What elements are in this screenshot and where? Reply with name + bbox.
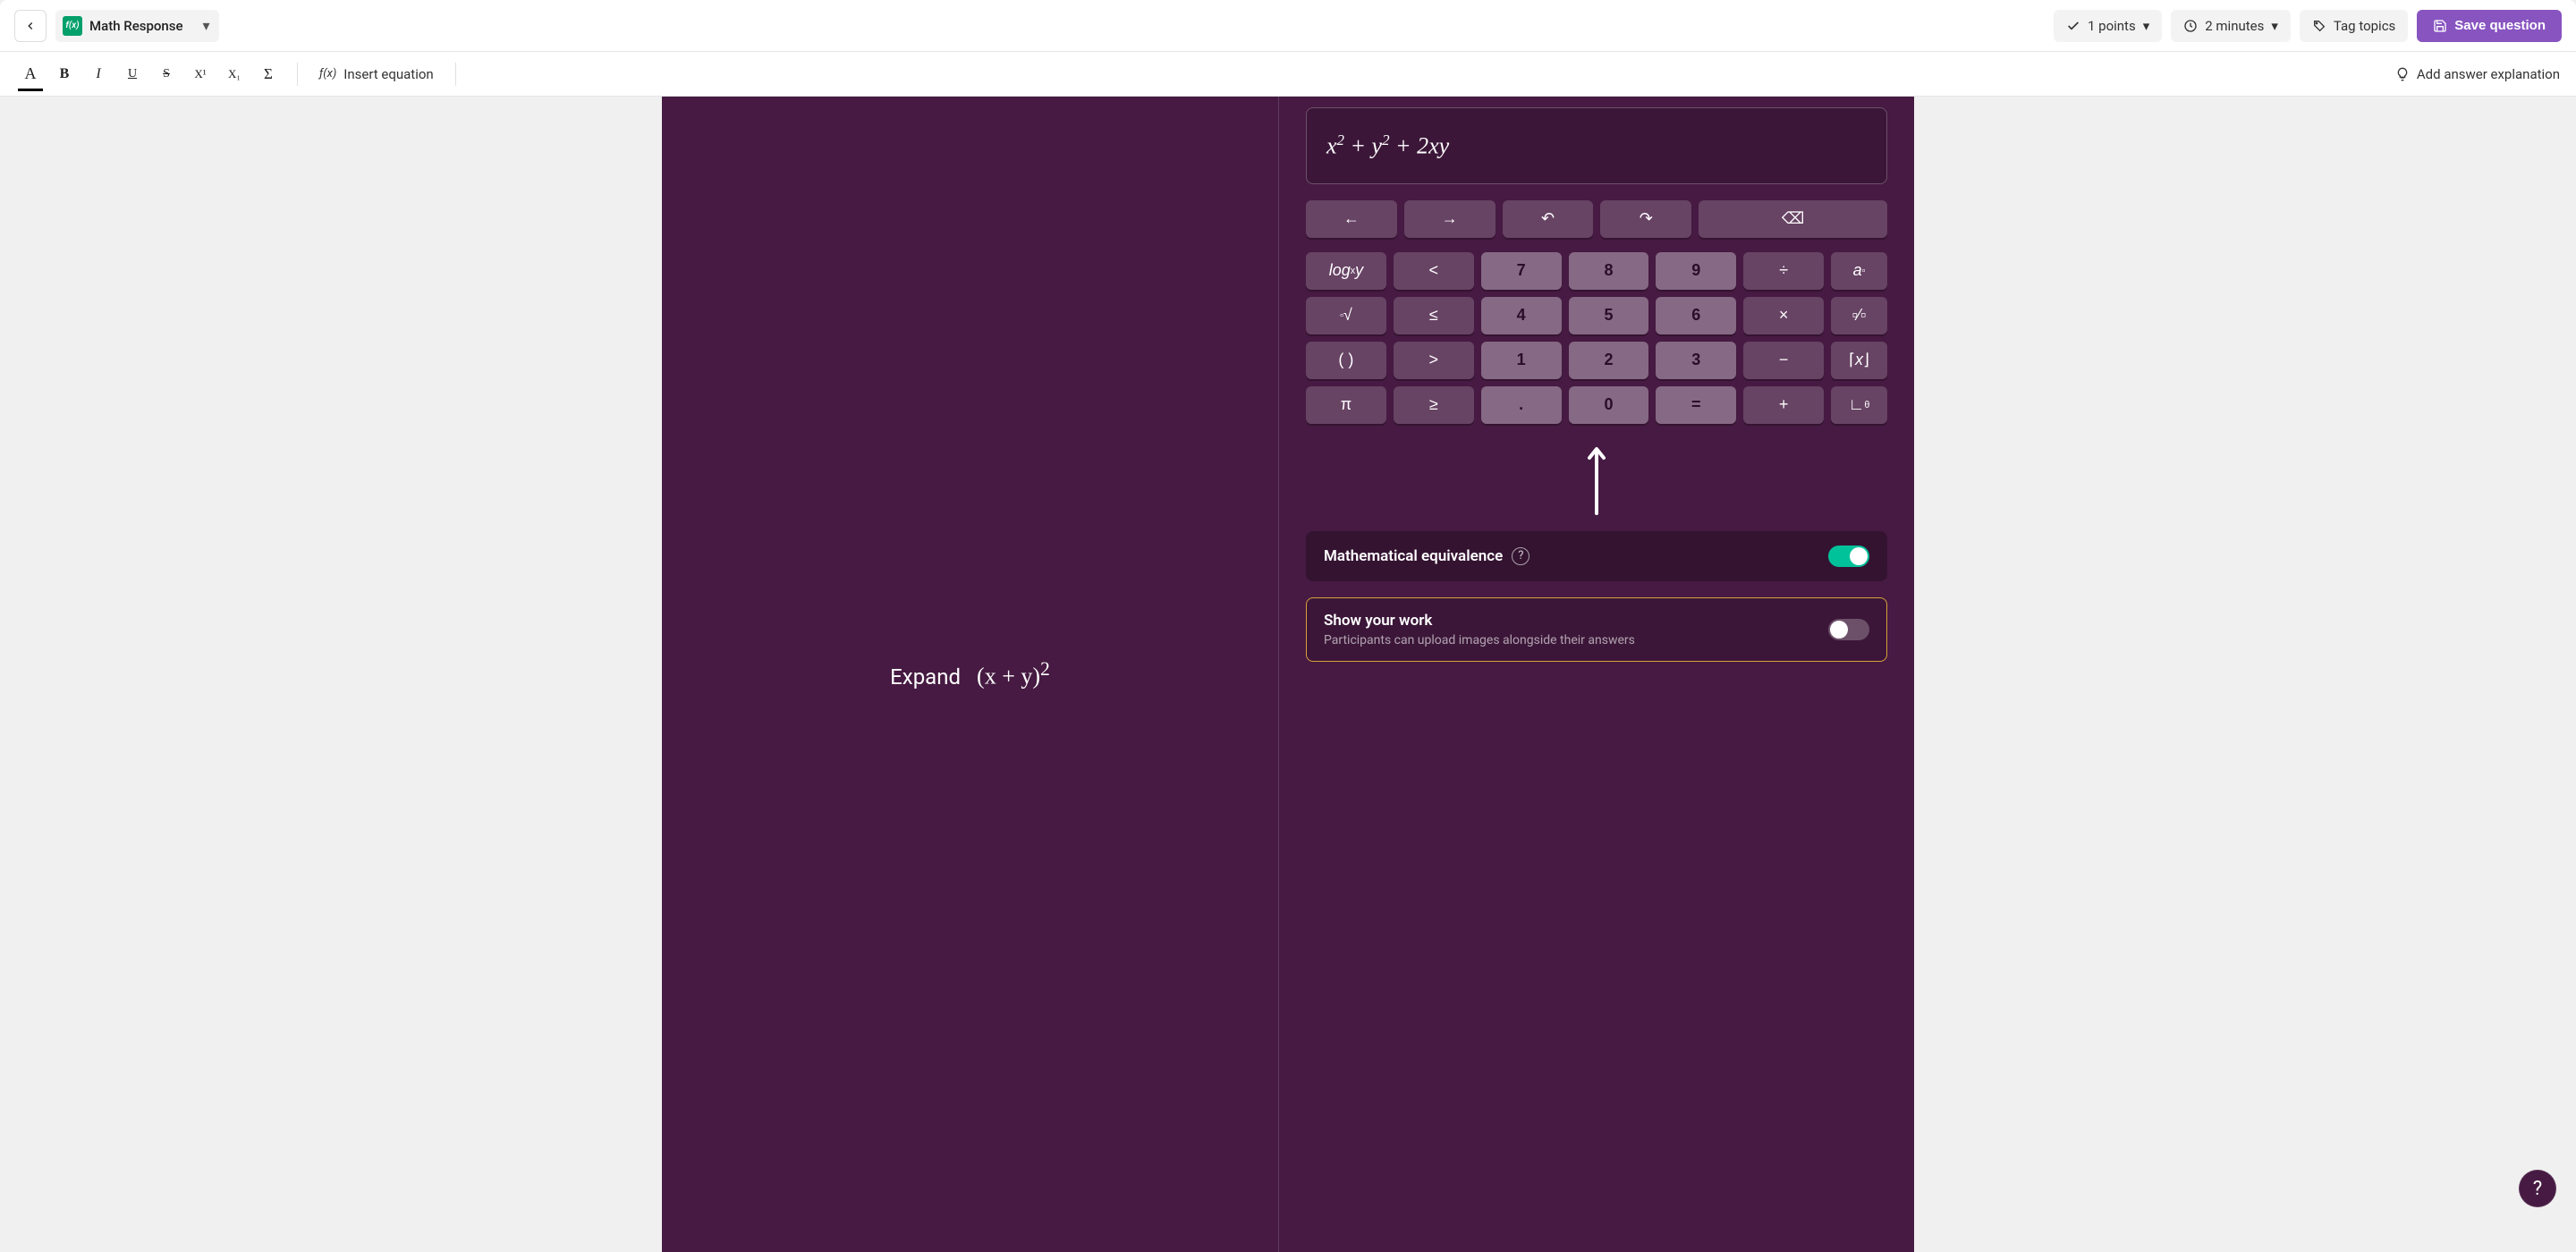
- keypad-logxy-button[interactable]: logxy: [1306, 252, 1386, 290]
- separator: [297, 63, 298, 86]
- cursor-left-button[interactable]: ←: [1306, 200, 1397, 238]
- question-type-label: Math Response: [89, 18, 183, 34]
- keypad--button[interactable]: π: [1306, 386, 1386, 424]
- keypad--button[interactable]: .: [1481, 386, 1562, 424]
- show-work-desc: Participants can upload images alongside…: [1324, 633, 1635, 647]
- clock-icon: [2183, 19, 2198, 33]
- answer-expression: x2 + y2 + 2xy: [1326, 131, 1867, 160]
- back-button[interactable]: [14, 10, 47, 42]
- redo-button[interactable]: ↷: [1600, 200, 1691, 238]
- fx-badge: f(x): [63, 16, 82, 36]
- help-fab[interactable]: ?: [2519, 1170, 2556, 1207]
- points-label: 1 points: [2088, 18, 2136, 34]
- keypad--button[interactable]: ∟θ: [1831, 386, 1887, 424]
- arrow-hint: [1306, 440, 1887, 515]
- question-type-dropdown[interactable]: f(x) Math Response ▾: [55, 10, 219, 42]
- math-equiv-label: Mathematical equivalence: [1324, 547, 1503, 565]
- strikethrough-button[interactable]: S: [152, 60, 181, 89]
- fx-icon: ƒ(x): [319, 67, 336, 80]
- separator: [455, 63, 456, 86]
- save-question-button[interactable]: Save question: [2417, 10, 2562, 42]
- keypad--button[interactable]: ÷: [1743, 252, 1824, 290]
- add-explanation-button[interactable]: Add answer explanation: [2395, 66, 2560, 82]
- keypad--button[interactable]: ≥: [1394, 386, 1474, 424]
- keypad--button[interactable]: ( ): [1306, 342, 1386, 379]
- keypad-8-button[interactable]: 8: [1569, 252, 1649, 290]
- question-pane: Expand (x + y)2: [662, 97, 1279, 1252]
- arrow-up-icon: [1587, 445, 1606, 515]
- show-work-label: Show your work: [1324, 612, 1635, 630]
- math-equiv-toggle[interactable]: [1828, 546, 1869, 567]
- bold-button[interactable]: B: [50, 60, 79, 89]
- keypad-6-button[interactable]: 6: [1656, 297, 1736, 334]
- keypad-4-button[interactable]: 4: [1481, 297, 1562, 334]
- keypad-9-button[interactable]: 9: [1656, 252, 1736, 290]
- prompt-math: (x + y)2: [977, 658, 1050, 690]
- tag-icon: [2312, 19, 2326, 33]
- keypad-7-button[interactable]: 7: [1481, 252, 1562, 290]
- text-color-button[interactable]: A: [16, 60, 45, 89]
- tag-topics-button[interactable]: Tag topics: [2300, 10, 2408, 42]
- keypad-0-button[interactable]: 0: [1569, 386, 1649, 424]
- keypad--button[interactable]: =: [1656, 386, 1736, 424]
- time-label: 2 minutes: [2205, 18, 2264, 34]
- keypad-5-button[interactable]: 5: [1569, 297, 1649, 334]
- keypad--button[interactable]: −: [1743, 342, 1824, 379]
- caret-down-icon: ▾: [202, 17, 209, 34]
- chevron-left-icon: [24, 20, 37, 32]
- keypad-1-button[interactable]: 1: [1481, 342, 1562, 379]
- save-label: Save question: [2454, 18, 2546, 33]
- keypad--button[interactable]: ×: [1743, 297, 1824, 334]
- show-work-toggle[interactable]: [1828, 619, 1869, 640]
- keypad-a-button[interactable]: a▫: [1831, 252, 1887, 290]
- insert-equation-button[interactable]: ƒ(x) Insert equation: [312, 63, 441, 86]
- bulb-icon: [2395, 67, 2410, 81]
- math-equivalence-option: Mathematical equivalence ?: [1306, 531, 1887, 581]
- insert-equation-label: Insert equation: [343, 66, 433, 82]
- cursor-right-button[interactable]: →: [1404, 200, 1496, 238]
- caret-down-icon: ▾: [2271, 18, 2278, 34]
- time-dropdown[interactable]: 2 minutes ▾: [2171, 10, 2291, 42]
- superscript-button[interactable]: X¹: [186, 60, 215, 89]
- keypad-2-button[interactable]: 2: [1569, 342, 1649, 379]
- backspace-button[interactable]: ⌫: [1699, 200, 1887, 238]
- underline-button[interactable]: U: [118, 60, 147, 89]
- points-dropdown[interactable]: 1 points ▾: [2054, 10, 2162, 42]
- help-icon[interactable]: ?: [1512, 547, 1530, 565]
- show-work-option: Show your work Participants can upload i…: [1306, 597, 1887, 662]
- prompt-text: Expand: [890, 664, 961, 689]
- keypad--button[interactable]: +: [1743, 386, 1824, 424]
- undo-button[interactable]: ↶: [1503, 200, 1594, 238]
- subscript-button[interactable]: X₁: [220, 60, 249, 89]
- add-explanation-label: Add answer explanation: [2417, 66, 2560, 82]
- keypad-x-button[interactable]: ⌈x⌋: [1831, 342, 1887, 379]
- answer-box[interactable]: x2 + y2 + 2xy: [1306, 107, 1887, 184]
- symbol-button[interactable]: Σ: [254, 60, 283, 89]
- keypad--button[interactable]: ▫√: [1306, 297, 1386, 334]
- tag-topics-label: Tag topics: [2334, 18, 2395, 34]
- keypad-3-button[interactable]: 3: [1656, 342, 1736, 379]
- keypad: ←→↶↷⌫ logxy<789÷a▫ ▫√≤456×▫⁄▫ ( )>123−⌈x⌋ π…: [1306, 200, 1887, 424]
- keypad--button[interactable]: >: [1394, 342, 1474, 379]
- keypad--button[interactable]: ▫⁄▫: [1831, 297, 1887, 334]
- keypad--button[interactable]: ≤: [1394, 297, 1474, 334]
- italic-button[interactable]: I: [84, 60, 113, 89]
- keypad--button[interactable]: <: [1394, 252, 1474, 290]
- save-icon: [2433, 19, 2447, 33]
- caret-down-icon: ▾: [2143, 18, 2150, 34]
- check-icon: [2066, 19, 2080, 33]
